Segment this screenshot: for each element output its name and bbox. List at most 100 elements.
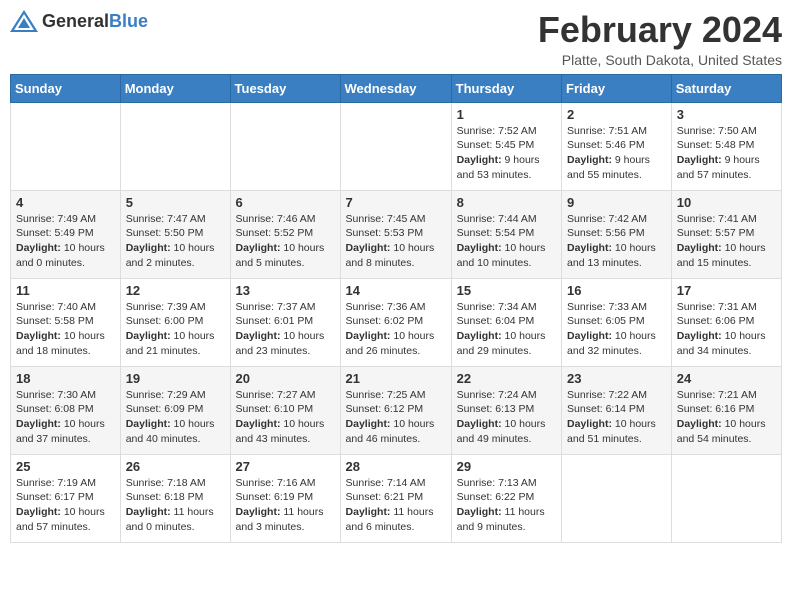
cell-content: Sunrise: 7:49 AMSunset: 5:49 PMDaylight:… xyxy=(16,212,115,271)
calendar-cell: 19 Sunrise: 7:29 AMSunset: 6:09 PMDayligh… xyxy=(120,366,230,454)
calendar-cell: 18 Sunrise: 7:30 AMSunset: 6:08 PMDayligh… xyxy=(11,366,121,454)
day-number: 16 xyxy=(567,283,666,298)
calendar-cell: 29Sunrise: 7:13 AMSunset: 6:22 PMDayligh… xyxy=(451,454,561,542)
cell-content: Sunrise: 7:47 AMSunset: 5:50 PMDaylight:… xyxy=(126,212,225,271)
logo-general: General xyxy=(42,11,109,31)
month-title: February 2024 xyxy=(538,10,782,50)
day-number: 23 xyxy=(567,371,666,386)
day-number: 12 xyxy=(126,283,225,298)
cell-content: Sunrise: 7:44 AMSunset: 5:54 PMDaylight:… xyxy=(457,212,556,271)
cell-content: Sunrise: 7:31 AMSunset: 6:06 PMDaylight:… xyxy=(677,300,776,359)
cell-content: Sunrise: 7:25 AMSunset: 6:12 PMDaylight:… xyxy=(346,388,446,447)
cell-content: Sunrise: 7:22 AMSunset: 6:14 PMDaylight:… xyxy=(567,388,666,447)
day-number: 24 xyxy=(677,371,776,386)
cell-content: Sunrise: 7:46 AMSunset: 5:52 PMDaylight:… xyxy=(236,212,335,271)
calendar-cell xyxy=(562,454,672,542)
day-number: 19 xyxy=(126,371,225,386)
calendar-week-row: 11 Sunrise: 7:40 AMSunset: 5:58 PMDayligh… xyxy=(11,278,782,366)
calendar-cell xyxy=(120,102,230,190)
calendar-week-row: 25Sunrise: 7:19 AMSunset: 6:17 PMDayligh… xyxy=(11,454,782,542)
location-title: Platte, South Dakota, United States xyxy=(538,52,782,68)
cell-content: Sunrise: 7:41 AMSunset: 5:57 PMDaylight:… xyxy=(677,212,776,271)
day-number: 2 xyxy=(567,107,666,122)
calendar-cell: 10 Sunrise: 7:41 AMSunset: 5:57 PMDayligh… xyxy=(671,190,781,278)
day-number: 10 xyxy=(677,195,776,210)
day-number: 5 xyxy=(126,195,225,210)
calendar-cell: 20 Sunrise: 7:27 AMSunset: 6:10 PMDayligh… xyxy=(230,366,340,454)
cell-content: Sunrise: 7:40 AMSunset: 5:58 PMDaylight:… xyxy=(16,300,115,359)
calendar-cell xyxy=(671,454,781,542)
day-number: 26 xyxy=(126,459,225,474)
calendar-cell: 6Sunrise: 7:46 AMSunset: 5:52 PMDaylight… xyxy=(230,190,340,278)
day-number: 27 xyxy=(236,459,335,474)
cell-content: Sunrise: 7:27 AMSunset: 6:10 PMDaylight:… xyxy=(236,388,335,447)
calendar-cell: 9 Sunrise: 7:42 AMSunset: 5:56 PMDaylight… xyxy=(562,190,672,278)
calendar-cell: 12 Sunrise: 7:39 AMSunset: 6:00 PMDayligh… xyxy=(120,278,230,366)
calendar-cell xyxy=(230,102,340,190)
calendar-cell: 28Sunrise: 7:14 AMSunset: 6:21 PMDayligh… xyxy=(340,454,451,542)
calendar-cell: 4 Sunrise: 7:49 AMSunset: 5:49 PMDaylight… xyxy=(11,190,121,278)
logo: GeneralBlue xyxy=(10,10,148,32)
cell-content: Sunrise: 7:45 AMSunset: 5:53 PMDaylight:… xyxy=(346,212,446,271)
logo-text: GeneralBlue xyxy=(42,11,148,32)
cell-content: Sunrise: 7:13 AMSunset: 6:22 PMDaylight:… xyxy=(457,476,556,535)
calendar-table: SundayMondayTuesdayWednesdayThursdayFrid… xyxy=(10,74,782,543)
cell-content: Sunrise: 7:18 AMSunset: 6:18 PMDaylight:… xyxy=(126,476,225,535)
day-number: 4 xyxy=(16,195,115,210)
cell-content: Sunrise: 7:16 AMSunset: 6:19 PMDaylight:… xyxy=(236,476,335,535)
calendar-cell: 3 Sunrise: 7:50 AMSunset: 5:48 PMDaylight… xyxy=(671,102,781,190)
day-number: 7 xyxy=(346,195,446,210)
cell-content: Sunrise: 7:50 AMSunset: 5:48 PMDaylight:… xyxy=(677,124,776,183)
calendar-cell: 21Sunrise: 7:25 AMSunset: 6:12 PMDayligh… xyxy=(340,366,451,454)
cell-content: Sunrise: 7:33 AMSunset: 6:05 PMDaylight:… xyxy=(567,300,666,359)
calendar-cell: 24Sunrise: 7:21 AMSunset: 6:16 PMDayligh… xyxy=(671,366,781,454)
calendar-cell: 15 Sunrise: 7:34 AMSunset: 6:04 PMDayligh… xyxy=(451,278,561,366)
calendar-cell: 13Sunrise: 7:37 AMSunset: 6:01 PMDayligh… xyxy=(230,278,340,366)
cell-content: Sunrise: 7:51 AMSunset: 5:46 PMDaylight:… xyxy=(567,124,666,183)
calendar-cell: 26 Sunrise: 7:18 AMSunset: 6:18 PMDayligh… xyxy=(120,454,230,542)
col-header-thursday: Thursday xyxy=(451,74,561,102)
calendar-cell: 8 Sunrise: 7:44 AMSunset: 5:54 PMDaylight… xyxy=(451,190,561,278)
cell-content: Sunrise: 7:34 AMSunset: 6:04 PMDaylight:… xyxy=(457,300,556,359)
calendar-week-row: 4 Sunrise: 7:49 AMSunset: 5:49 PMDaylight… xyxy=(11,190,782,278)
day-number: 3 xyxy=(677,107,776,122)
day-number: 28 xyxy=(346,459,446,474)
day-number: 8 xyxy=(457,195,556,210)
col-header-sunday: Sunday xyxy=(11,74,121,102)
calendar-week-row: 18 Sunrise: 7:30 AMSunset: 6:08 PMDayligh… xyxy=(11,366,782,454)
calendar-cell: 16 Sunrise: 7:33 AMSunset: 6:05 PMDayligh… xyxy=(562,278,672,366)
day-number: 14 xyxy=(346,283,446,298)
calendar-cell: 11 Sunrise: 7:40 AMSunset: 5:58 PMDayligh… xyxy=(11,278,121,366)
calendar-cell: 27 Sunrise: 7:16 AMSunset: 6:19 PMDayligh… xyxy=(230,454,340,542)
col-header-tuesday: Tuesday xyxy=(230,74,340,102)
calendar-cell: 14Sunrise: 7:36 AMSunset: 6:02 PMDayligh… xyxy=(340,278,451,366)
cell-content: Sunrise: 7:19 AMSunset: 6:17 PMDaylight:… xyxy=(16,476,115,535)
calendar-cell: 2 Sunrise: 7:51 AMSunset: 5:46 PMDaylight… xyxy=(562,102,672,190)
logo-icon xyxy=(10,10,38,32)
day-number: 20 xyxy=(236,371,335,386)
calendar-cell: 23 Sunrise: 7:22 AMSunset: 6:14 PMDayligh… xyxy=(562,366,672,454)
cell-content: Sunrise: 7:24 AMSunset: 6:13 PMDaylight:… xyxy=(457,388,556,447)
cell-content: Sunrise: 7:29 AMSunset: 6:09 PMDaylight:… xyxy=(126,388,225,447)
logo-blue: Blue xyxy=(109,11,148,31)
day-number: 9 xyxy=(567,195,666,210)
col-header-wednesday: Wednesday xyxy=(340,74,451,102)
day-number: 11 xyxy=(16,283,115,298)
cell-content: Sunrise: 7:37 AMSunset: 6:01 PMDaylight:… xyxy=(236,300,335,359)
cell-content: Sunrise: 7:52 AMSunset: 5:45 PMDaylight:… xyxy=(457,124,556,183)
day-number: 22 xyxy=(457,371,556,386)
day-number: 18 xyxy=(16,371,115,386)
col-header-monday: Monday xyxy=(120,74,230,102)
cell-content: Sunrise: 7:39 AMSunset: 6:00 PMDaylight:… xyxy=(126,300,225,359)
calendar-cell: 1 Sunrise: 7:52 AMSunset: 5:45 PMDaylight… xyxy=(451,102,561,190)
day-number: 15 xyxy=(457,283,556,298)
day-number: 1 xyxy=(457,107,556,122)
day-number: 17 xyxy=(677,283,776,298)
cell-content: Sunrise: 7:42 AMSunset: 5:56 PMDaylight:… xyxy=(567,212,666,271)
col-header-saturday: Saturday xyxy=(671,74,781,102)
cell-content: Sunrise: 7:30 AMSunset: 6:08 PMDaylight:… xyxy=(16,388,115,447)
calendar-cell: 25Sunrise: 7:19 AMSunset: 6:17 PMDayligh… xyxy=(11,454,121,542)
page-header: GeneralBlue February 2024 Platte, South … xyxy=(10,10,782,68)
calendar-cell xyxy=(11,102,121,190)
calendar-header-row: SundayMondayTuesdayWednesdayThursdayFrid… xyxy=(11,74,782,102)
